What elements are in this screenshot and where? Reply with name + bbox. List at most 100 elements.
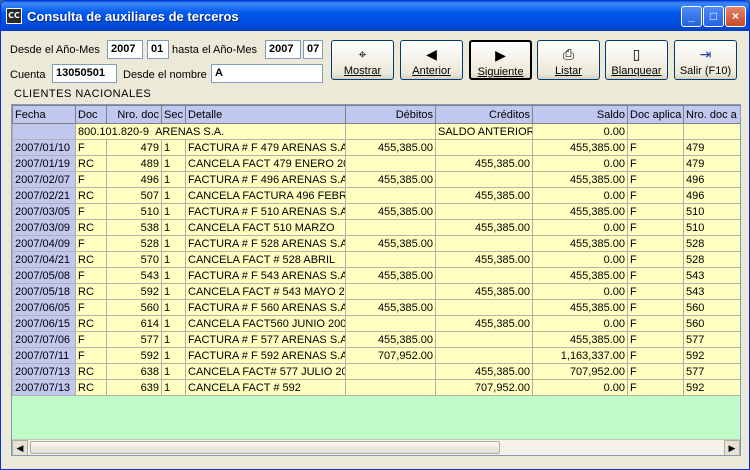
summary-row[interactable]: 800.101.820-9 ARENAS S.A. SALDO ANTERIOR… [12,123,740,140]
col-header-nro-doc[interactable]: Nro. doc [106,105,162,124]
scroll-left-icon[interactable]: ◀ [12,440,28,455]
table-row[interactable]: 2007/07/06 F 577 1 FACTURA # F 577 ARENAS S.… [12,331,740,348]
summary-label: SALDO ANTERIOR [435,123,533,140]
title-bar[interactable]: CC Consulta de auxiliares de terceros _ … [1,1,749,31]
cell-fecha: 2007/04/21 [12,251,76,268]
cell-nro-doc-aplica: 560 [683,315,740,332]
table-row[interactable]: 2007/04/09 F 528 1 FACTURA # F 528 ARENAS S.… [12,235,740,252]
cell-debitos [345,283,436,300]
col-header-nro-doc-aplica[interactable]: Nro. doc a [683,105,740,124]
cell-nro-doc: 592 [106,283,162,300]
cell-doc-aplica: F [627,235,684,252]
desde-year-field[interactable]: 2007 [107,40,143,59]
cell-doc-aplica: F [627,299,684,316]
table-row[interactable]: 2007/04/21 RC 570 1 CANCELA FACT # 528 ABRIL… [12,251,740,268]
nombre-field[interactable]: A [211,64,323,83]
table-row[interactable]: 2007/07/13 RC 638 1 CANCELA FACT# 577 JULIO … [12,363,740,380]
cell-nro-doc: 614 [106,315,162,332]
cell-creditos: 455,385.00 [435,155,533,172]
cell-doc-aplica: F [627,283,684,300]
cell-doc: RC [75,187,107,204]
summary-saldo: 0.00 [532,123,628,140]
arrow-left-icon: ◀ [426,46,437,62]
cell-doc: RC [75,219,107,236]
summary-party-cell: 800.101.820-9 ARENAS S.A. [75,123,346,140]
cell-doc-aplica: F [627,315,684,332]
cell-debitos [345,219,436,236]
cell-detalle: CANCELA FACT # 543 MAYO 20 [185,283,346,300]
table-cell [12,123,76,140]
scroll-right-icon[interactable]: ▶ [724,440,740,455]
listar-label: Listar [555,65,582,77]
cell-debitos [345,155,436,172]
table-row[interactable]: 2007/06/05 F 560 1 FACTURA # F 560 ARENAS S.… [12,299,740,316]
cell-fecha: 2007/06/15 [12,315,76,332]
cell-doc: RC [75,379,107,396]
cell-nro-doc: 543 [106,267,162,284]
listar-button[interactable]: ⎙ Listar [537,40,600,80]
cell-fecha: 2007/05/08 [12,267,76,284]
blanquear-button[interactable]: ▯ Blanquear [605,40,668,80]
cell-saldo: 455,385.00 [532,171,628,188]
cell-detalle: FACTURA # F 479 ARENAS S.A. [185,139,346,156]
cell-nro-doc: 560 [106,299,162,316]
table-row[interactable]: 2007/07/13 RC 639 1 CANCELA FACT # 592 707,95… [12,379,740,396]
siguiente-button[interactable]: ▶ Siguiente [469,40,532,80]
app-icon: CC [6,8,22,24]
cell-detalle: CANCELA FACT 510 MARZO [185,219,346,236]
maximize-button[interactable]: □ [703,6,724,27]
table-row[interactable]: 2007/06/15 RC 614 1 CANCELA FACT560 JUNIO 20… [12,315,740,332]
hasta-month-field[interactable]: 07 [303,40,323,59]
ledger-grid[interactable]: Fecha Doc Nro. doc Sec Detalle Débitos C… [11,104,741,456]
table-row[interactable]: 2007/02/21 RC 507 1 CANCELA FACTURA 496 FEBR… [12,187,740,204]
cell-nro-doc-aplica: 510 [683,219,740,236]
anterior-button[interactable]: ◀ Anterior [400,40,463,80]
cell-detalle: FACTURA # F 510 ARENAS S.A. [185,203,346,220]
cuenta-field[interactable]: 13050501 [52,64,117,83]
cell-fecha: 2007/01/19 [12,155,76,172]
exit-door-icon: ⇥ [699,46,712,62]
window-title: Consulta de auxiliares de terceros [27,8,239,24]
cell-doc: F [75,347,107,364]
table-row[interactable]: 2007/01/10 F 479 1 FACTURA # F 479 ARENAS S.… [12,139,740,156]
close-button[interactable]: × [725,6,746,27]
blank-page-icon: ▯ [632,46,641,62]
mostrar-button[interactable]: ⌖ Mostrar [331,40,394,80]
table-row[interactable]: 2007/05/08 F 543 1 FACTURA # F 543 ARENAS S.… [12,267,740,284]
binoculars-icon: ⌖ [358,46,367,62]
cell-saldo: 707,952.00 [532,363,628,380]
col-header-doc[interactable]: Doc [75,105,107,124]
cell-doc-aplica: F [627,203,684,220]
cell-fecha: 2007/03/09 [12,219,76,236]
cell-detalle: CANCELA FACT 479 ENERO 200 [185,155,346,172]
col-header-debitos[interactable]: Débitos [345,105,436,124]
salir-button[interactable]: ⇥ Salir (F10) [674,40,737,80]
cell-nro-doc-aplica: 496 [683,187,740,204]
col-header-fecha[interactable]: Fecha [12,105,76,124]
col-header-detalle[interactable]: Detalle [185,105,346,124]
hasta-label: hasta el Año-Mes [172,44,257,56]
cell-nro-doc-aplica: 560 [683,299,740,316]
cell-nro-doc-aplica: 577 [683,363,740,380]
table-row[interactable]: 2007/03/09 RC 538 1 CANCELA FACT 510 MARZO 45… [12,219,740,236]
minimize-button[interactable]: _ [681,6,702,27]
horizontal-scrollbar[interactable]: ◀ ▶ [12,439,740,455]
cell-debitos: 455,385.00 [345,139,436,156]
table-row[interactable]: 2007/07/11 F 592 1 FACTURA # F 592 ARENAS S.… [12,347,740,364]
col-header-sec[interactable]: Sec [161,105,186,124]
col-header-doc-aplica[interactable]: Doc aplica [627,105,684,124]
table-row[interactable]: 2007/02/07 F 496 1 FACTURA # F 496 ARENAS S.… [12,171,740,188]
cell-saldo: 455,385.00 [532,299,628,316]
scroll-thumb[interactable] [30,441,500,454]
col-header-saldo[interactable]: Saldo [532,105,628,124]
cell-nro-doc: 538 [106,219,162,236]
col-header-creditos[interactable]: Créditos [435,105,533,124]
table-row[interactable]: 2007/05/18 RC 592 1 CANCELA FACT # 543 MAYO … [12,283,740,300]
table-row[interactable]: 2007/03/05 F 510 1 FACTURA # F 510 ARENAS S.… [12,203,740,220]
desde-month-field[interactable]: 01 [147,40,169,59]
cell-creditos [435,347,533,364]
hasta-year-field[interactable]: 2007 [265,40,301,59]
cell-doc-aplica: F [627,251,684,268]
cell-nro-doc-aplica: 479 [683,155,740,172]
table-row[interactable]: 2007/01/19 RC 489 1 CANCELA FACT 479 ENERO 2… [12,155,740,172]
